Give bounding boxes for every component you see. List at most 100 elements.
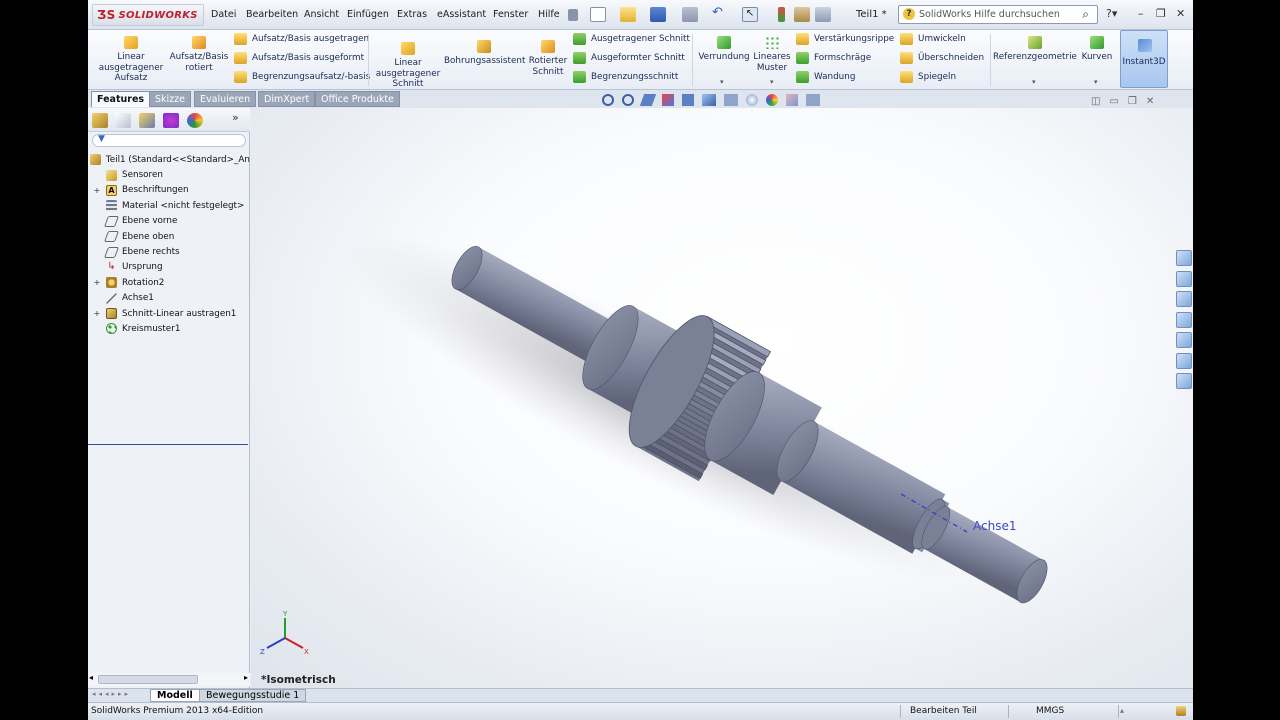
revolved-cut-button[interactable]: Rotierter Schnitt [528,38,568,77]
rebuild-icon[interactable] [778,7,785,22]
filter-input[interactable]: ▼ [92,134,246,147]
section-view-icon[interactable] [662,94,674,106]
menu-ansicht[interactable]: Ansicht [304,9,339,20]
tab-bewegungsstudie[interactable]: Bewegungsstudie 1 [199,689,307,702]
edit-appearance-icon[interactable] [766,94,778,106]
swept-boss-button[interactable]: Aufsatz/Basis ausgetragen [234,33,369,45]
tab-navigation-icon[interactable]: ◂◂◂▸▸▸ [92,690,131,698]
rib-button[interactable]: Verstärkungsrippe [796,33,894,45]
intersect-button[interactable]: Überschneiden [900,52,984,64]
fillet-dropdown-icon[interactable]: ▾ [720,78,724,86]
tree-item-cut-extrude[interactable]: + Schnitt-Linear austragen1 [88,306,250,321]
tree-item-top-plane[interactable]: Ebene oben [88,229,250,244]
scroll-thumb[interactable] [98,675,198,684]
tab-features[interactable]: Features [91,91,151,107]
dynamic-annotation-icon[interactable] [682,94,694,106]
tree-item-origin[interactable]: ↳ Ursprung [88,260,250,275]
panel-horizontal-scrollbar[interactable]: ◂ ▸ [88,673,250,686]
menu-fenster[interactable]: Fenster [493,9,528,20]
view-orientation-icon[interactable] [702,94,716,106]
model-canvas[interactable]: Y X Z [251,108,1193,688]
curves-dropdown-icon[interactable]: ▾ [1094,78,1098,86]
tree-item-circular-pattern[interactable]: Kreismuster1 [88,321,250,336]
close-icon[interactable]: ✕ [1176,7,1185,20]
solidworks-resources-icon[interactable] [1176,250,1192,266]
expand-chevron-icon[interactable]: » [232,111,248,126]
file-properties-icon[interactable] [794,7,810,22]
swept-cut-button[interactable]: Ausgetragener Schnitt [573,33,690,45]
home-icon[interactable] [1176,270,1192,287]
tab-evaluieren[interactable]: Evaluieren [194,91,257,107]
hide-show-items-icon[interactable] [746,94,758,106]
menu-einfuegen[interactable]: Einfügen [347,9,389,20]
help-icon[interactable]: ?▾ [1106,7,1117,20]
restore-icon[interactable]: ❐ [1156,7,1166,20]
tab-modell[interactable]: Modell [150,689,200,702]
rollback-bar[interactable] [88,444,248,445]
pin-icon[interactable] [568,9,578,21]
viewport-restore-icon[interactable]: ❐ [1128,96,1137,107]
tree-item-annotations[interactable]: + A Beschriftungen [88,183,250,198]
view-settings-icon[interactable] [806,94,820,106]
menu-hilfe[interactable]: Hilfe [538,9,560,20]
print-icon[interactable] [682,7,698,22]
custom-properties-icon[interactable] [1176,373,1192,389]
display-style-icon[interactable] [724,94,738,106]
propertymanager-tab-icon[interactable] [115,113,131,128]
zoom-to-area-icon[interactable] [622,94,634,106]
tree-item-sensors[interactable]: Sensoren [88,167,250,182]
reference-geometry-button[interactable]: Referenzgeometrie [992,34,1078,63]
curves-button[interactable]: Kurven [1078,34,1116,63]
tree-item-achse1[interactable]: Achse1 [88,291,250,306]
hole-wizard-button[interactable]: Bohrungsassistent [444,38,525,67]
options-icon[interactable] [815,7,831,22]
viewport-close-icon[interactable]: ✕ [1146,96,1154,107]
extruded-boss-button[interactable]: Linear ausgetragener Aufsatz [98,34,164,84]
dimxpert-manager-tab-icon[interactable] [163,113,179,128]
mirror-button[interactable]: Spiegeln [900,71,956,83]
configurationmanager-tab-icon[interactable] [139,113,155,128]
menu-datei[interactable]: Datei [211,9,236,20]
design-library-icon[interactable] [1176,291,1192,307]
graphics-area[interactable]: Y X Z Achse1 *Isometrisch [251,108,1193,688]
featuremanager-tab-icon[interactable] [92,113,108,128]
revolved-boss-button[interactable]: Aufsatz/Basis rotiert [168,34,230,73]
search-icon[interactable]: ⌕ [1082,7,1089,22]
status-units[interactable]: MMGS [1036,706,1064,716]
boundary-cut-button[interactable]: Begrenzungsschnitt [573,71,678,83]
minimize-icon[interactable]: – [1138,7,1144,20]
tree-item-part[interactable]: Teil1 (Standard<<Standard>_An [88,152,250,167]
save-icon[interactable] [650,7,666,22]
tree-item-right-plane[interactable]: Ebene rechts [88,244,250,259]
scroll-left-icon[interactable]: ◂ [89,673,93,682]
fillet-button[interactable]: Verrundung [696,34,752,63]
menu-bearbeiten[interactable]: Bearbeiten [246,9,298,20]
tab-skizze[interactable]: Skizze [149,91,191,107]
lofted-boss-button[interactable]: Aufsatz/Basis ausgeformt [234,52,364,64]
axis-label[interactable]: Achse1 [973,519,1016,533]
expand-toggle-icon[interactable]: + [88,186,106,195]
split-view-icon[interactable]: ◫ [1091,96,1100,107]
help-search-input[interactable]: ? SolidWorks Hilfe durchsuchen ⌕ [898,5,1098,24]
instant3d-button[interactable]: Instant3D [1120,30,1168,88]
tree-item-rotation2[interactable]: + Rotation2 [88,275,250,290]
lofted-cut-button[interactable]: Ausgeformter Schnitt [573,52,685,64]
tree-item-material[interactable]: Material <nicht festgelegt> [88,198,250,213]
draft-button[interactable]: Formschräge [796,52,871,64]
display-manager-tab-icon[interactable] [187,113,203,128]
view-palette-icon[interactable] [1176,332,1192,348]
tab-office-produkte[interactable]: Office Produkte [315,91,400,107]
apply-scene-icon[interactable] [786,94,798,106]
appearances-icon[interactable] [1176,352,1192,369]
linear-pattern-button[interactable]: Lineares Muster [752,34,792,73]
refgeom-dropdown-icon[interactable]: ▾ [1032,78,1036,86]
shaft-model[interactable] [422,198,1078,651]
new-document-icon[interactable] [590,7,606,22]
undo-icon[interactable]: ↶ [712,5,728,20]
file-explorer-icon[interactable] [1176,311,1192,328]
rebuild-status-icon[interactable] [1176,706,1186,716]
tab-dimxpert[interactable]: DimXpert [258,91,316,107]
menu-extras[interactable]: Extras [397,9,427,20]
previous-view-icon[interactable] [639,94,657,106]
boundary-boss-button[interactable]: Begrenzungsaufsatz/-basis [234,71,370,83]
